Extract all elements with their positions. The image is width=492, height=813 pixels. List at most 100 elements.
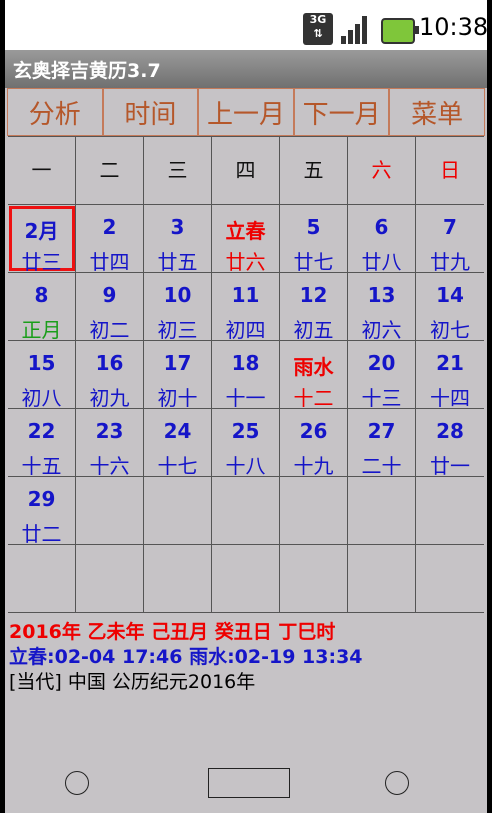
day-cell[interactable]: 9 初二 — [76, 273, 144, 342]
weekday-label: 四 — [212, 137, 280, 204]
day-cell[interactable]: 28 廿一 — [416, 409, 484, 478]
lunar-day: 初十 — [157, 386, 198, 410]
day-cell[interactable]: 18 十一 — [212, 341, 280, 410]
lunar-day: 初五 — [293, 318, 334, 342]
empty-cell — [416, 545, 484, 612]
home-button[interactable] — [208, 768, 290, 798]
day-cell[interactable]: 15 初八 — [8, 341, 76, 410]
empty-cell — [76, 477, 144, 544]
day-number: 13 — [367, 283, 396, 307]
day-cell[interactable]: 立春 廿六 — [212, 205, 280, 274]
lunar-day: 十八 — [225, 454, 266, 478]
day-number: 7 — [443, 215, 457, 239]
week-row: 8 正月 9 初二 10 初三 11 初四 12 初五 13 初六 14 初七 — [8, 273, 484, 342]
weekday-label: 五 — [280, 137, 348, 204]
app-title: 玄奥择吉黄历3.7 — [13, 60, 161, 82]
back-button[interactable] — [65, 771, 89, 795]
day-cell[interactable]: 12 初五 — [280, 273, 348, 342]
era-line: [当代] 中国 公历纪元2016年 — [9, 671, 256, 693]
day-cell[interactable]: 2 廿四 — [76, 205, 144, 274]
day-number: 9 — [102, 283, 117, 307]
day-cell[interactable]: 20 十三 — [348, 341, 416, 410]
recent-apps-button[interactable] — [385, 771, 409, 795]
day-cell[interactable]: 2月 廿三 — [8, 205, 76, 274]
empty-cell — [416, 477, 484, 544]
lunar-day: 十一 — [225, 386, 266, 410]
weekday-label: 三 — [144, 137, 212, 204]
day-cell[interactable]: 6 廿八 — [348, 205, 416, 274]
day-cell[interactable]: 7 廿九 — [416, 205, 484, 274]
week-row — [8, 545, 484, 613]
lunar-day: 十六 — [89, 454, 130, 478]
day-number: 雨水 — [293, 355, 334, 379]
toolbar-button-2[interactable]: 上一月 — [198, 88, 294, 136]
calendar-grid: 一二三四五六日 2月 廿三 2 廿四 3 廿五 立春 廿六 5 廿七 6 廿八 7 廿九 8 正月 9 初二 10 初三… — [8, 136, 484, 613]
status-bar: 3G ⇅ 10:38 — [5, 0, 489, 50]
day-number: 24 — [163, 419, 192, 443]
clock: 10:38 — [419, 13, 489, 41]
solar-terms-line: 立春:02-04 17:46 雨水:02-19 13:34 — [9, 646, 363, 668]
day-cell[interactable]: 21 十四 — [416, 341, 484, 410]
nav-bar — [5, 758, 487, 813]
day-number: 6 — [374, 215, 389, 239]
day-cell[interactable]: 13 初六 — [348, 273, 416, 342]
lunar-day: 初四 — [225, 318, 266, 342]
day-cell[interactable]: 14 初七 — [416, 273, 484, 342]
empty-cell — [144, 545, 212, 612]
empty-cell — [212, 477, 280, 544]
empty-cell — [348, 477, 416, 544]
day-cell[interactable]: 11 初四 — [212, 273, 280, 342]
day-number: 21 — [436, 351, 464, 375]
lunar-day: 初八 — [21, 386, 62, 410]
day-cell[interactable]: 27 二十 — [348, 409, 416, 478]
day-cell[interactable]: 雨水 十二 — [280, 341, 348, 410]
day-cell[interactable]: 5 廿七 — [280, 205, 348, 274]
toolbar-button-3[interactable]: 下一月 — [293, 88, 390, 136]
day-cell[interactable]: 25 十八 — [212, 409, 280, 478]
lunar-day: 正月 — [21, 318, 62, 342]
day-number: 14 — [436, 283, 464, 307]
toolbar-button-4[interactable]: 菜单 — [389, 88, 485, 136]
day-number: 立春 — [225, 219, 266, 243]
weekday-header-row: 一二三四五六日 — [8, 137, 484, 205]
network-3g-icon: 3G ⇅ — [303, 13, 333, 45]
day-cell[interactable]: 26 十九 — [280, 409, 348, 478]
day-number: 25 — [231, 419, 260, 443]
battery-icon — [381, 18, 419, 44]
day-cell[interactable]: 22 十五 — [8, 409, 76, 478]
empty-cell — [348, 545, 416, 612]
lunar-day: 廿二 — [21, 522, 62, 546]
empty-cell — [76, 545, 144, 612]
lunar-day: 初二 — [89, 318, 130, 342]
phone-screen: 3G ⇅ 10:38 玄奥择吉黄历3.7 分析 时间 上一月 下一月 菜单 一二三四五六日… — [5, 0, 489, 813]
day-number: 3 — [170, 215, 185, 239]
day-number: 28 — [436, 419, 464, 443]
lunar-day: 十四 — [430, 386, 470, 410]
lunar-day: 十三 — [361, 386, 402, 410]
day-cell[interactable]: 23 十六 — [76, 409, 144, 478]
lunar-day: 廿五 — [157, 250, 198, 274]
info-panel: 2016年 乙未年 己丑月 癸丑日 丁巳时 立春:02-04 17:46 雨水:… — [9, 620, 363, 695]
day-number: 27 — [367, 419, 396, 443]
day-number: 18 — [231, 351, 260, 375]
day-cell[interactable]: 10 初三 — [144, 273, 212, 342]
day-number: 22 — [27, 419, 56, 443]
day-cell[interactable]: 24 十七 — [144, 409, 212, 478]
day-cell[interactable]: 29 廿二 — [8, 477, 76, 546]
lunar-day: 初七 — [430, 318, 470, 342]
day-number: 26 — [299, 419, 328, 443]
weekday-label: 一 — [8, 137, 76, 204]
day-cell[interactable]: 3 廿五 — [144, 205, 212, 274]
signal-icon — [341, 14, 373, 44]
week-row: 22 十五 23 十六 24 十七 25 十八 26 十九 27 二十 28 廿一 — [8, 409, 484, 478]
day-cell[interactable]: 17 初十 — [144, 341, 212, 410]
toolbar-button-0[interactable]: 分析 — [7, 88, 103, 136]
day-cell[interactable]: 8 正月 — [8, 273, 76, 342]
empty-cell — [280, 477, 348, 544]
day-number: 23 — [95, 419, 124, 443]
day-number: 2 — [102, 215, 117, 239]
day-cell[interactable]: 16 初九 — [76, 341, 144, 410]
date-ganzhi-line: 2016年 乙未年 己丑月 癸丑日 丁巳时 — [9, 621, 336, 643]
toolbar-button-1[interactable]: 时间 — [102, 88, 199, 136]
lunar-day: 初六 — [361, 318, 402, 342]
